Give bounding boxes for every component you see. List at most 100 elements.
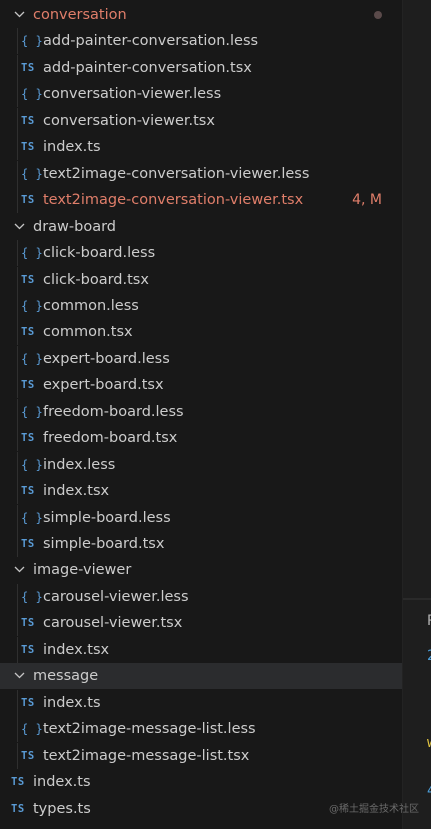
typescript-file-icon: TS — [21, 379, 35, 392]
file-explorer: conversation{ } add-painter-conversation.… — [0, 0, 402, 829]
file-item[interactable]: TS add-painter-conversation.tsx — [0, 54, 402, 81]
file-label: simple-board.tsx — [43, 536, 165, 552]
less-file-icon: { } — [21, 457, 43, 472]
file-label: text2image-conversation-viewer.less — [43, 165, 310, 182]
file-label: add-painter-conversation.less — [43, 33, 259, 50]
indent-guide — [17, 636, 18, 663]
file-item[interactable]: TS freedom-board.tsx — [0, 425, 402, 452]
folder-draw-board[interactable]: draw-board — [0, 214, 402, 240]
folder-message[interactable]: message — [0, 663, 402, 690]
indent-guide — [17, 187, 18, 214]
chevron-down-icon — [13, 220, 26, 233]
indent-guide — [17, 240, 18, 267]
folder-label: draw-board — [33, 218, 117, 235]
file-label: common.tsx — [43, 324, 133, 341]
file-item[interactable]: TS text2image-message-list.tsx — [0, 742, 402, 769]
file-label: index.ts — [43, 694, 101, 711]
file-item[interactable]: TS index.ts — [0, 134, 402, 161]
file-label: common.less — [43, 297, 139, 314]
file-label: freedom-board.tsx — [43, 430, 178, 447]
less-file-icon: { } — [21, 298, 43, 313]
indent-guide — [17, 689, 18, 716]
file-item[interactable]: TS index.tsx — [0, 636, 402, 663]
file-item[interactable]: { } common.less — [0, 292, 402, 319]
file-label: index.tsx — [43, 483, 110, 500]
indent-guide — [17, 716, 18, 743]
typescript-file-icon: TS — [11, 802, 25, 815]
file-label: carousel-viewer.tsx — [43, 615, 183, 632]
folder-image-viewer[interactable]: image-viewer — [0, 557, 402, 583]
file-item[interactable]: TS conversation-viewer.tsx — [0, 107, 402, 134]
typescript-file-icon: TS — [21, 617, 35, 630]
typescript-file-icon: TS — [21, 749, 35, 762]
file-item[interactable]: { } text2image-message-list.less — [0, 716, 402, 743]
file-label: index.ts — [33, 774, 91, 791]
indent-guide — [17, 54, 18, 81]
file-label: simple-board.less — [43, 509, 171, 526]
file-label: text2image-conversation-viewer.tsx — [43, 192, 304, 209]
file-item[interactable]: TS simple-board.tsx — [0, 531, 402, 557]
file-item[interactable]: { } freedom-board.less — [0, 398, 402, 425]
editor-edge: P 2 w 4 — [402, 0, 431, 829]
indent-guide — [17, 160, 18, 187]
file-item[interactable]: { } add-painter-conversation.less — [0, 28, 402, 55]
file-item[interactable]: TS expert-board.tsx — [0, 372, 402, 399]
file-item[interactable]: TS index.tsx — [0, 478, 402, 505]
typescript-file-icon: TS — [21, 432, 35, 445]
file-item[interactable]: { } text2image-conversation-viewer.less — [0, 160, 402, 187]
file-label: freedom-board.less — [43, 403, 184, 420]
git-status-badge: 4, M — [352, 192, 382, 209]
file-label: conversation-viewer.less — [43, 86, 222, 103]
folder-conversation[interactable]: conversation — [0, 2, 402, 28]
file-item[interactable]: { } simple-board.less — [0, 504, 402, 531]
indent-guide — [17, 478, 18, 505]
indent-guide — [17, 28, 18, 55]
less-file-icon: { } — [21, 87, 43, 102]
file-item[interactable]: TS click-board.tsx — [0, 266, 402, 293]
editor-char: 4 — [427, 783, 431, 799]
watermark: @稀土掘金技术社区 — [329, 804, 419, 815]
file-label: add-painter-conversation.tsx — [43, 59, 252, 76]
chevron-down-icon — [13, 8, 26, 21]
less-file-icon: { } — [21, 722, 43, 737]
indent-guide — [17, 742, 18, 769]
file-label: expert-board.less — [43, 350, 170, 367]
indent-guide — [17, 292, 18, 319]
editor-char: w — [427, 735, 431, 751]
file-item[interactable]: TS index.ts — [0, 769, 402, 795]
editor-char: 2 — [427, 648, 431, 664]
indent-guide — [17, 583, 18, 610]
indent-guide — [17, 81, 18, 108]
file-label: text2image-message-list.tsx — [43, 747, 250, 764]
folder-label: message — [33, 668, 99, 685]
file-item[interactable]: { } conversation-viewer.less — [0, 81, 402, 108]
chevron-down-icon — [13, 563, 26, 576]
typescript-file-icon: TS — [21, 114, 35, 127]
folder-label: conversation — [33, 7, 127, 23]
file-item[interactable]: { } carousel-viewer.less — [0, 583, 402, 610]
indent-guide — [17, 134, 18, 161]
less-file-icon: { } — [21, 34, 43, 49]
typescript-file-icon: TS — [21, 696, 35, 709]
file-item[interactable]: TS carousel-viewer.tsx — [0, 610, 402, 637]
file-label: index.less — [43, 456, 116, 473]
folder-label: image-viewer — [33, 562, 132, 579]
editor-char: P — [427, 613, 431, 629]
less-file-icon: { } — [21, 246, 43, 261]
file-item[interactable]: { } click-board.less — [0, 240, 402, 267]
file-item[interactable]: { } index.less — [0, 451, 402, 478]
indent-guide — [17, 107, 18, 134]
file-item[interactable]: { } expert-board.less — [0, 345, 402, 372]
file-label: expert-board.tsx — [43, 377, 164, 394]
file-label: click-board.less — [43, 245, 156, 262]
typescript-file-icon: TS — [21, 326, 35, 339]
file-item[interactable]: TS common.tsx — [0, 319, 402, 346]
less-file-icon: { } — [21, 510, 43, 525]
file-item[interactable]: TS index.ts — [0, 689, 402, 716]
typescript-file-icon: TS — [21, 538, 35, 550]
file-label: carousel-viewer.less — [43, 588, 189, 605]
typescript-file-icon: TS — [21, 61, 35, 74]
file-item[interactable]: TS text2image-conversation-viewer.tsx 4, M — [0, 187, 402, 214]
typescript-file-icon: TS — [21, 273, 35, 286]
indent-guide — [17, 345, 18, 372]
